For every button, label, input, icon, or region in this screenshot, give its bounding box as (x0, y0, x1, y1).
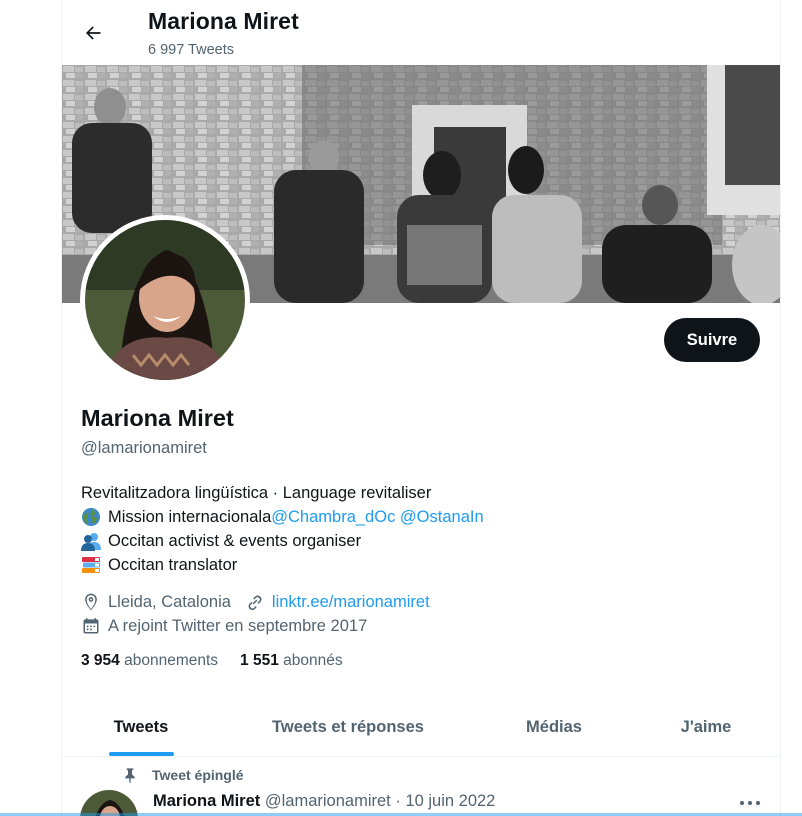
profile-bio: Revitalitzadora lingüística · Language r… (81, 481, 484, 577)
website-link[interactable]: linktr.ee/marionamiret (272, 593, 430, 612)
pinned-label: Tweet épinglé (152, 767, 244, 783)
calendar-icon (83, 618, 99, 634)
back-arrow-icon (86, 26, 101, 40)
join-date: A rejoint Twitter en septembre 2017 (81, 616, 367, 636)
bio-text: Occitan translator (108, 556, 238, 574)
tab-likes[interactable]: J'aime (632, 698, 780, 756)
tweet-header: Mariona Miret @lamarionamiret · 10 juin … (153, 792, 495, 811)
bio-line-1: Revitalitzadora lingüística · Language r… (81, 481, 484, 505)
join-date-text: A rejoint Twitter en septembre 2017 (108, 616, 368, 635)
bio-text: Mission internacionala (108, 508, 272, 526)
tweet-date[interactable]: 10 juin 2022 (405, 792, 495, 810)
avatar-photo (85, 220, 245, 380)
tab-tweets-replies[interactable]: Tweets et réponses (220, 698, 476, 756)
bio-line-3: Occitan activist & events organiser (81, 529, 484, 553)
pushpin-icon (125, 768, 135, 783)
bio-text: Revitalitzadora lingüística · Language r… (81, 484, 432, 502)
location-pin-icon (85, 593, 97, 611)
following-link[interactable]: 3 954 abonnements (81, 652, 218, 670)
link-icon (248, 595, 262, 611)
back-button[interactable] (76, 16, 110, 50)
profile-avatar[interactable] (80, 215, 250, 385)
mention-chambra[interactable]: @Chambra_dOc (271, 505, 395, 529)
location: Lleida, Catalonia (81, 592, 231, 612)
profile-name: Mariona Miret (81, 405, 234, 431)
bio-line-4: Occitan translator (81, 553, 484, 577)
location-text: Lleida, Catalonia (108, 592, 231, 611)
bio-line-2: Mission internacionala @Chambra_dOc @Ost… (81, 505, 484, 529)
website[interactable]: linktr.ee/marionamiret (245, 592, 430, 612)
people-emoji (81, 533, 101, 551)
profile-handle: @lamarionamiret (81, 439, 207, 457)
tab-media[interactable]: Médias (476, 698, 632, 756)
tab-tweets[interactable]: Tweets (62, 698, 220, 756)
mention-ostana[interactable]: @OstanaIn (400, 505, 484, 529)
followers-label: abonnés (283, 652, 343, 669)
tweet-author-name[interactable]: Mariona Miret (153, 792, 260, 810)
follow-stats: 3 954 abonnements 1 551 abonnés (81, 652, 365, 670)
tweet-separator: · (395, 792, 401, 810)
profile-column: Mariona Miret 6 997 Tweets Suivre Marion… (61, 0, 781, 816)
followers-link[interactable]: 1 551 abonnés (240, 652, 343, 670)
following-label: abonnements (124, 652, 219, 669)
books-emoji (82, 557, 100, 573)
tweet-count: 6 997 Tweets (148, 42, 234, 58)
bio-text: Occitan activist & events organiser (108, 532, 362, 550)
profile-meta: Lleida, Catalonia linktr.ee/marionamiret… (81, 590, 444, 638)
followers-count: 1 551 (240, 652, 279, 669)
globe-emoji (82, 508, 100, 526)
more-options-button[interactable] (737, 794, 763, 812)
page-title: Mariona Miret (148, 8, 299, 34)
more-dots-icon (740, 801, 760, 805)
following-count: 3 954 (81, 652, 120, 669)
tweet-author-handle[interactable]: @lamarionamiret (265, 792, 391, 810)
profile-tabs: Tweets Tweets et réponses Médias J'aime (62, 698, 780, 757)
pinned-indicator: Tweet épinglé (122, 767, 244, 783)
top-bar: Mariona Miret 6 997 Tweets (62, 0, 780, 64)
follow-button[interactable]: Suivre (664, 318, 760, 362)
active-tab-indicator (109, 752, 174, 756)
